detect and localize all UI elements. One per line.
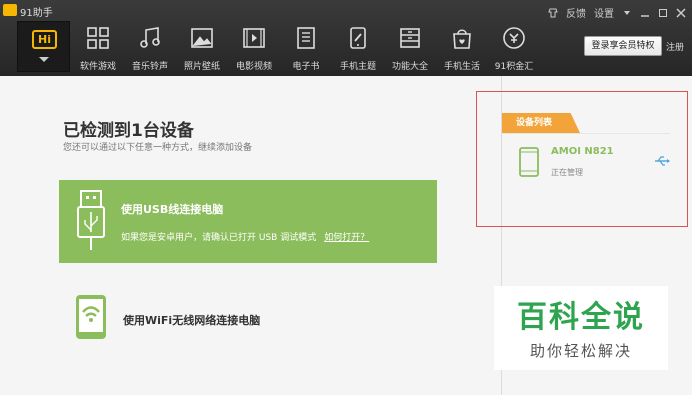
device-tab-underline (502, 133, 670, 134)
watermark: 百科全说 助你轻松解决 (494, 286, 668, 370)
nav-item-theme[interactable]: 手机主题 (332, 24, 384, 72)
music-note-icon (140, 27, 160, 48)
nav-label: 软件游戏 (79, 62, 116, 72)
watermark-title: 百科全说 (517, 300, 645, 335)
register-link[interactable]: 注册 (666, 40, 684, 53)
close-icon[interactable] (676, 7, 686, 18)
title-bar: 91助手 反馈 设置 (0, 0, 692, 22)
hi-home-button[interactable]: Hi (17, 21, 70, 72)
nav-item-apps[interactable]: 软件游戏 (72, 24, 124, 72)
usb-connect-card[interactable]: 使用USB线连接电脑 如果您是安卓用户，请确认已打开 USB 调试模式 如何打开？ (59, 180, 437, 263)
phone-icon (519, 147, 539, 177)
nav-label: 91积金汇 (494, 62, 534, 72)
nav-item-video[interactable]: 电影视频 (228, 24, 280, 72)
chevron-down-icon (39, 57, 49, 62)
minimize-icon[interactable] (640, 8, 650, 18)
app-logo-icon (3, 4, 17, 16)
nav-item-tools[interactable]: 功能大全 (384, 24, 436, 72)
photo-icon (191, 28, 213, 48)
nav-label: 照片壁纸 (183, 62, 220, 72)
settings-link[interactable]: 设置 (594, 5, 614, 20)
nav-item-ebook[interactable]: 电子书 (280, 24, 332, 72)
device-name[interactable]: AMOI N821 (551, 146, 614, 157)
watermark-subtitle: 助你轻松解决 (529, 342, 632, 360)
video-icon (243, 28, 265, 48)
wifi-phone-icon[interactable] (75, 294, 107, 340)
nav-label: 电影视频 (235, 62, 272, 72)
how-to-enable-link[interactable]: 如何打开？ (324, 233, 369, 243)
nav-label: 电子书 (292, 62, 320, 72)
usb-connection-icon (655, 156, 670, 166)
maximize-icon[interactable] (658, 8, 668, 18)
apps-grid-icon (87, 27, 109, 49)
nav-label: 手机生活 (443, 62, 480, 72)
ebook-icon (297, 27, 315, 49)
nav-label: 手机主题 (339, 62, 376, 72)
nav-item-life[interactable]: 手机生活 (436, 24, 488, 72)
vip-login-button[interactable]: 登录享会员特权 (584, 36, 662, 56)
hi-badge: Hi (32, 30, 57, 49)
top-toolbar: 91助手 反馈 设置 Hi 软件游戏 音乐铃声 照片壁纸 电影视频 电子书 手机… (0, 0, 692, 76)
nav-label: 功能大全 (391, 62, 428, 72)
nav-item-music[interactable]: 音乐铃声 (124, 24, 176, 72)
device-list-tab[interactable]: 设备列表 (502, 113, 580, 133)
nav-item-photos[interactable]: 照片壁纸 (176, 24, 228, 72)
nav-label: 音乐铃声 (131, 62, 168, 72)
usb-connect-desc: 如果您是安卓用户，请确认已打开 USB 调试模式 如何打开？ (121, 230, 369, 243)
title-bar-controls: 反馈 设置 (548, 5, 686, 20)
page-title: 已检测到1台设备 (63, 121, 194, 141)
feedback-link[interactable]: 反馈 (566, 5, 586, 20)
theme-icon (350, 27, 366, 49)
main-nav: 软件游戏 音乐铃声 照片壁纸 电影视频 电子书 手机主题 功能大全 手机生活 9… (72, 24, 540, 72)
usb-connect-title: 使用USB线连接电脑 (121, 203, 224, 216)
nav-item-gold[interactable]: 91积金汇 (488, 24, 540, 72)
gold-exchange-icon (503, 27, 525, 49)
app-name: 91助手 (20, 8, 53, 19)
shopping-bag-icon (453, 29, 471, 49)
usb-debug-hint: 如果您是安卓用户，请确认已打开 USB 调试模式 (121, 233, 317, 243)
menu-dropdown-icon[interactable] (622, 8, 632, 18)
skin-icon[interactable] (548, 8, 558, 18)
usb-cable-icon (77, 190, 105, 250)
device-status: 正在管理 (551, 168, 583, 177)
wifi-connect-option[interactable]: 使用WiFi无线网络连接电脑 (123, 312, 260, 328)
toolbox-icon (400, 28, 420, 48)
page-subtitle: 您还可以通过以下任意一种方式，继续添加设备 (63, 143, 253, 153)
